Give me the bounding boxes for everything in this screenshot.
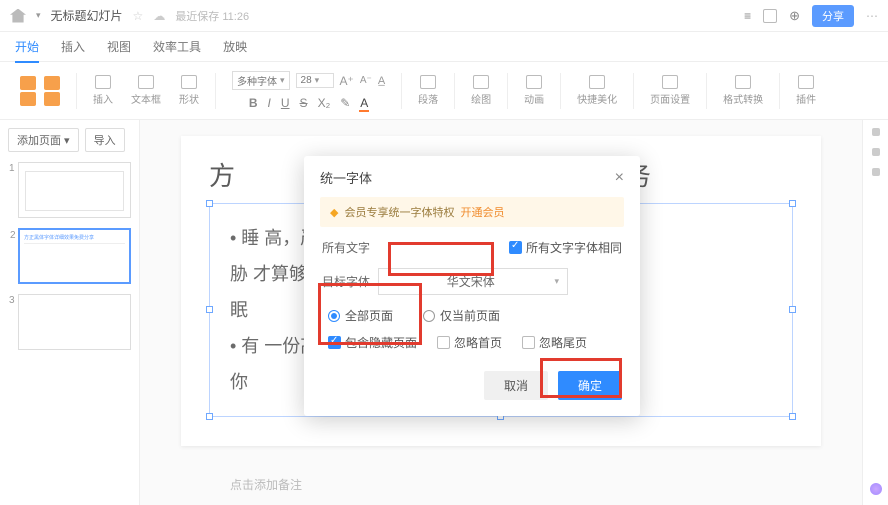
slide-thumb-2[interactable]: 2 方正黑体字体详细效果免费分享: [18, 228, 131, 284]
chk-skip-last[interactable]: 忽略尾页: [522, 334, 587, 351]
star-icon[interactable]: ☆: [133, 9, 144, 23]
shape-label: 形状: [179, 91, 199, 106]
strike-button[interactable]: S: [300, 96, 308, 110]
chk-skip-first[interactable]: 忽略首页: [437, 334, 502, 351]
format-convert-icon[interactable]: [735, 75, 751, 89]
assistant-icon[interactable]: [870, 483, 882, 495]
chevron-down-icon[interactable]: ▾: [36, 10, 41, 21]
underline-button[interactable]: U: [281, 96, 290, 110]
draw-icon[interactable]: [473, 75, 489, 89]
ok-button[interactable]: 确定: [558, 371, 622, 400]
slide-thumb-1[interactable]: 1: [18, 162, 131, 218]
insert-label: 插入: [93, 91, 113, 106]
add-page-button[interactable]: 添加页面 ▾: [8, 128, 79, 152]
more-icon[interactable]: ⋯: [866, 9, 878, 23]
slide-thumb-3[interactable]: 3: [18, 294, 131, 350]
radio-current-page[interactable]: 仅当前页面: [423, 307, 500, 324]
tab-tools[interactable]: 效率工具: [153, 38, 201, 55]
autosave-text: 最近保存 11:26: [175, 8, 249, 24]
clear-format-icon[interactable]: [44, 92, 60, 106]
page-setup-icon[interactable]: [662, 75, 678, 89]
radio-off-icon: [423, 310, 435, 322]
animation-icon[interactable]: [526, 75, 542, 89]
rail-icon-1[interactable]: [872, 128, 880, 136]
notes-placeholder[interactable]: 点击添加备注: [140, 476, 302, 493]
format-painter-icon[interactable]: [20, 92, 36, 106]
title-bar: ▾ 无标题幻灯片 ☆ ☁ 最近保存 11:26 ≡ ⊕ 分享 ⋯: [0, 0, 888, 32]
cancel-button[interactable]: 取消: [484, 371, 548, 400]
paragraph-icon[interactable]: [420, 75, 436, 89]
document-title[interactable]: 无标题幻灯片: [51, 7, 123, 24]
page-setup-label: 页面设置: [650, 91, 690, 106]
paragraph-label: 段落: [418, 91, 438, 106]
present-icon[interactable]: [763, 9, 777, 23]
right-rail: [862, 120, 888, 505]
unify-font-dialog: 统一字体 × ◆ 会员专享统一字体特权 开通会员 所有文字 所有文字字体相同 目…: [304, 156, 640, 416]
font-size-select[interactable]: 28▾: [296, 73, 334, 88]
chk-include-hidden[interactable]: 包含隐藏页面: [328, 334, 417, 351]
target-font-label: 目标字体: [322, 273, 378, 290]
decrease-font-icon[interactable]: A⁻: [360, 75, 372, 86]
slide-panel: 添加页面 ▾ 导入 1 2 方正黑体字体详细效果免费分享 3: [0, 120, 140, 505]
rail-icon-2[interactable]: [872, 148, 880, 156]
radio-all-pages[interactable]: 全部页面: [328, 307, 393, 324]
superscript-button[interactable]: X₂: [318, 96, 331, 110]
tab-view[interactable]: 视图: [107, 38, 131, 55]
font-effects-icon[interactable]: A̲: [378, 75, 385, 87]
tab-start[interactable]: 开始: [15, 38, 39, 55]
textbox-icon[interactable]: [138, 75, 154, 89]
increase-font-icon[interactable]: A⁺: [340, 74, 354, 88]
checkbox-off-icon: [522, 336, 535, 349]
menu-icon[interactable]: ≡: [744, 9, 751, 23]
target-font-select[interactable]: 华文宋体 ▾: [378, 268, 568, 295]
plugins-icon[interactable]: [798, 75, 814, 89]
import-button[interactable]: 导入: [85, 128, 125, 152]
dialog-title: 统一字体: [320, 168, 372, 187]
checkbox-off-icon: [437, 336, 450, 349]
vip-link[interactable]: 开通会员: [460, 204, 504, 220]
close-icon[interactable]: ×: [615, 169, 624, 187]
checkbox-on-icon: [509, 241, 522, 254]
vip-text: 会员专享统一字体特权: [344, 204, 454, 220]
diamond-icon: ◆: [330, 206, 338, 219]
vip-banner: ◆ 会员专享统一字体特权 开通会员: [320, 197, 624, 227]
same-font-checkbox[interactable]: 所有文字字体相同: [509, 239, 622, 256]
checkbox-on-icon: [328, 336, 341, 349]
toolbar-ribbon: 插入 文本框 形状 多种字体▾ 28▾ A⁺ A⁻ A̲ B I U S X₂ …: [0, 62, 888, 120]
font-color-button[interactable]: A: [360, 96, 368, 110]
cloud-icon: ☁: [153, 9, 165, 23]
highlight-icon[interactable]: ✎: [340, 96, 350, 110]
italic-button[interactable]: I: [268, 96, 271, 110]
home-icon[interactable]: [10, 9, 26, 23]
beautify-label: 快捷美化: [577, 91, 617, 106]
chevron-down-icon: ▾: [554, 276, 559, 287]
beautify-icon[interactable]: [589, 75, 605, 89]
insert-icon[interactable]: [95, 75, 111, 89]
textbox-label: 文本框: [131, 91, 161, 106]
all-text-label: 所有文字: [322, 239, 378, 256]
undo-icon[interactable]: [20, 76, 36, 90]
tab-insert[interactable]: 插入: [61, 38, 85, 55]
target-font-value: 华文宋体: [447, 273, 495, 290]
font-family-select[interactable]: 多种字体▾: [232, 71, 290, 90]
shape-icon[interactable]: [181, 75, 197, 89]
share-button[interactable]: 分享: [812, 5, 854, 27]
add-user-icon[interactable]: ⊕: [789, 8, 800, 24]
radio-on-icon: [328, 310, 340, 322]
tab-play[interactable]: 放映: [223, 38, 247, 55]
draw-label: 绘图: [471, 91, 491, 106]
bold-button[interactable]: B: [249, 96, 258, 110]
format-convert-label: 格式转换: [723, 91, 763, 106]
plugins-label: 插件: [796, 91, 816, 106]
menu-bar: 开始 插入 视图 效率工具 放映: [0, 32, 888, 62]
redo-icon[interactable]: [44, 76, 60, 90]
animation-label: 动画: [524, 91, 544, 106]
rail-icon-3[interactable]: [872, 168, 880, 176]
